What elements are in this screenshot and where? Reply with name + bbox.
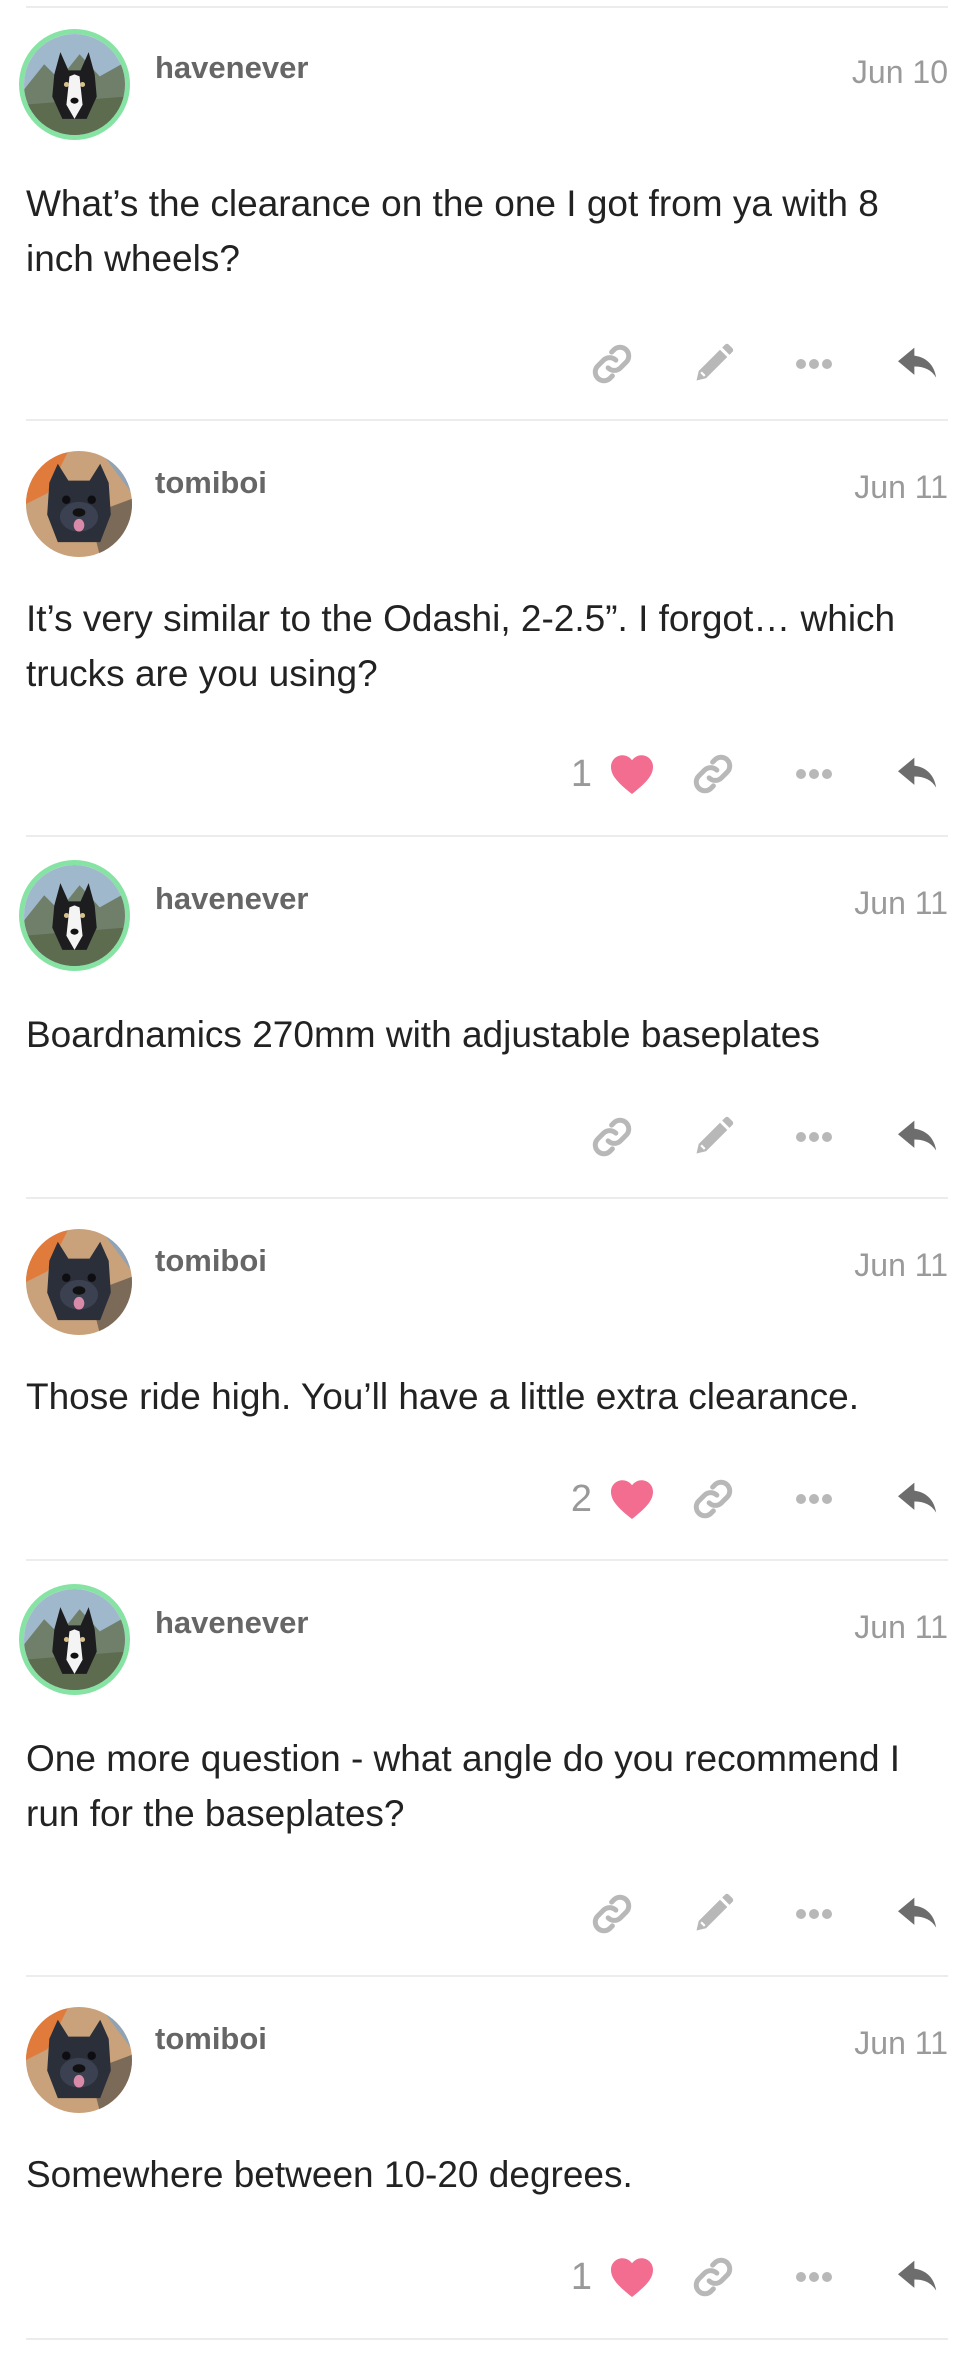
bulldog-avatar [26, 2007, 132, 2113]
post-body: What’s the clearance on the one I got fr… [26, 183, 879, 279]
copy-link-button[interactable] [662, 2245, 763, 2309]
link-icon [690, 2254, 736, 2300]
pencil-icon [691, 342, 735, 386]
reply-arrow-icon [896, 1479, 940, 1519]
ellipsis-icon [794, 1127, 834, 1147]
username-link[interactable]: tomiboi [155, 2021, 267, 2057]
ellipsis-icon [794, 354, 834, 374]
edit-button[interactable] [662, 1882, 763, 1946]
link-icon [589, 1891, 635, 1937]
reply-button[interactable] [864, 2245, 948, 2309]
username-link[interactable]: tomiboi [155, 1243, 267, 1279]
reply-arrow-icon [896, 2257, 940, 2297]
edit-button[interactable] [662, 332, 763, 396]
like-button[interactable] [602, 1467, 662, 1531]
post-date[interactable]: Jun 10 [852, 54, 948, 91]
husky-dog-avatar [24, 34, 125, 135]
reply-button[interactable] [864, 1467, 948, 1531]
more-actions-button[interactable] [763, 742, 864, 806]
ellipsis-icon [794, 1904, 834, 1924]
copy-link-button[interactable] [561, 1105, 662, 1169]
post: tomiboi Jun 11 Those ride high. You’ll hav… [26, 1199, 948, 1561]
more-actions-button[interactable] [763, 332, 864, 396]
post-date[interactable]: Jun 11 [854, 469, 948, 506]
post-body: Somewhere between 10-20 degrees. [26, 2154, 633, 2195]
avatar[interactable] [19, 1584, 130, 1695]
more-actions-button[interactable] [763, 1467, 864, 1531]
username-link[interactable]: havenever [155, 50, 308, 86]
reply-button[interactable] [864, 1882, 948, 1946]
avatar[interactable] [19, 860, 130, 971]
reply-arrow-icon [896, 344, 940, 384]
post: havenever Jun 11 Boardnamics 270mm with ad… [19, 837, 948, 1199]
avatar[interactable] [26, 1229, 132, 1335]
pencil-icon [691, 1892, 735, 1936]
post-date[interactable]: Jun 11 [854, 885, 948, 922]
ellipsis-icon [794, 764, 834, 784]
avatar[interactable] [19, 29, 130, 140]
post: havenever Jun 11 One more question - what … [19, 1561, 948, 1977]
post-actions [561, 1882, 948, 1946]
husky-dog-avatar [24, 1589, 125, 1690]
husky-dog-avatar [24, 865, 125, 966]
post-body: Those ride high. You’ll have a little ex… [26, 1376, 860, 1417]
bulldog-avatar [26, 1229, 132, 1335]
post: tomiboi Jun 11 It’s very similar to the Od… [26, 421, 948, 837]
link-icon [690, 1476, 736, 1522]
post-date[interactable]: Jun 11 [854, 1247, 948, 1284]
copy-link-button[interactable] [662, 1467, 763, 1531]
post-divider [26, 2338, 948, 2340]
link-icon [589, 341, 635, 387]
avatar[interactable] [26, 2007, 132, 2113]
reply-arrow-icon [896, 754, 940, 794]
edit-button[interactable] [662, 1105, 763, 1169]
heart-icon [609, 1478, 655, 1520]
more-actions-button[interactable] [763, 2245, 864, 2309]
avatar[interactable] [26, 451, 132, 557]
ellipsis-icon [794, 1489, 834, 1509]
link-icon [690, 751, 736, 797]
post-body: It’s very similar to the Odashi, 2-2.5”.… [26, 598, 896, 694]
post-date[interactable]: Jun 11 [854, 1609, 948, 1646]
like-count[interactable]: 1 [562, 753, 592, 796]
bulldog-avatar [26, 451, 132, 557]
copy-link-button[interactable] [662, 742, 763, 806]
more-actions-button[interactable] [763, 1882, 864, 1946]
post-actions: 1 [562, 742, 948, 806]
heart-icon [609, 753, 655, 795]
copy-link-button[interactable] [561, 1882, 662, 1946]
post-body: Boardnamics 270mm with adjustable basepl… [26, 1014, 820, 1055]
reply-button[interactable] [864, 1105, 948, 1169]
like-count[interactable]: 1 [562, 2256, 592, 2299]
pencil-icon [691, 1115, 735, 1159]
username-link[interactable]: havenever [155, 881, 308, 917]
like-button[interactable] [602, 742, 662, 806]
more-actions-button[interactable] [763, 1105, 864, 1169]
post-actions [561, 332, 948, 396]
post-date[interactable]: Jun 11 [854, 2025, 948, 2062]
reply-arrow-icon [896, 1894, 940, 1934]
post: tomiboi Jun 11 Somewhere between 10-20 deg… [26, 1977, 948, 2340]
username-link[interactable]: havenever [155, 1605, 308, 1641]
link-icon [589, 1114, 635, 1160]
like-count[interactable]: 2 [562, 1478, 592, 1521]
reply-button[interactable] [864, 332, 948, 396]
username-link[interactable]: tomiboi [155, 465, 267, 501]
post-actions [561, 1105, 948, 1169]
copy-link-button[interactable] [561, 332, 662, 396]
post-body: One more question - what angle do you re… [26, 1738, 901, 1834]
like-button[interactable] [602, 2245, 662, 2309]
post-actions: 2 [562, 1467, 948, 1531]
post-actions: 1 [562, 2245, 948, 2309]
reply-button[interactable] [864, 742, 948, 806]
heart-icon [609, 2256, 655, 2298]
post: havenever Jun 10 What’s the clearance on t… [19, 6, 948, 421]
ellipsis-icon [794, 2267, 834, 2287]
reply-arrow-icon [896, 1117, 940, 1157]
